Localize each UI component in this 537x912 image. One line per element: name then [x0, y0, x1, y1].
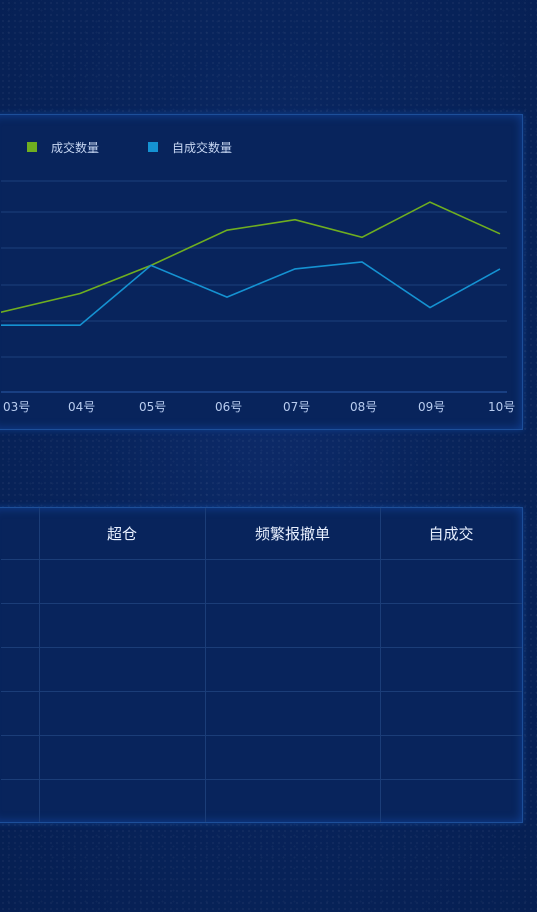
table-cell: [380, 691, 522, 736]
table-cell: [39, 647, 206, 692]
table-row: [1, 779, 522, 822]
x-tick-label: 10号: [488, 400, 515, 414]
table-row: [1, 647, 522, 692]
x-tick-label: 06号: [215, 400, 242, 414]
table-cell: [205, 691, 381, 736]
table-cell: [380, 603, 522, 648]
table-header-cell: 超仓: [39, 508, 206, 560]
violation-table: 超仓 频繁报撤单 自成交: [1, 508, 522, 822]
table-cell: [39, 559, 206, 604]
table-cell: [1, 779, 40, 822]
legend-swatch: [27, 142, 37, 152]
table-row: [1, 603, 522, 648]
table-cell: [1, 691, 40, 736]
table-header-cell: 频繁报撤单: [205, 508, 381, 560]
table-cell: [380, 735, 522, 780]
legend-label: 成交数量: [51, 140, 99, 155]
legend-label: 自成交数量: [172, 140, 232, 155]
table-cell: [1, 559, 40, 604]
series-line: [1, 261, 501, 326]
table-header-cell: 自成交: [380, 508, 522, 560]
table-cell: [39, 779, 206, 822]
table-cell: [380, 559, 522, 604]
x-tick-label: 07号: [283, 400, 310, 414]
table-header-row: 超仓 频繁报撤单 自成交: [1, 508, 522, 560]
table-row: [1, 735, 522, 780]
x-tick-label: 09号: [418, 400, 445, 414]
table-cell: [205, 647, 381, 692]
violation-table-panel: 超仓 频繁报撤单 自成交: [0, 507, 523, 823]
table-row: [1, 691, 522, 736]
x-tick-label: 04号: [68, 400, 95, 414]
table-cell: [205, 779, 381, 822]
x-tick-label: 03号: [3, 400, 30, 414]
table-cell: [39, 603, 206, 648]
table-cell: [1, 735, 40, 780]
table-cell: [205, 559, 381, 604]
table-cell: [380, 779, 522, 822]
table-header-cell: [1, 508, 40, 560]
table-cell: [380, 647, 522, 692]
table-cell: [1, 603, 40, 648]
table-cell: [205, 735, 381, 780]
series-line: [1, 201, 501, 314]
trade-chart-panel: 成交数量 自成交数量 03号 04号 05号 06号 07号 08号 09号 10号: [0, 114, 523, 430]
legend-swatch: [148, 142, 158, 152]
table-cell: [1, 647, 40, 692]
x-tick-label: 05号: [139, 400, 166, 414]
table-cell: [39, 691, 206, 736]
table-cell: [39, 735, 206, 780]
table-cell: [205, 603, 381, 648]
x-tick-label: 08号: [350, 400, 377, 414]
trade-line-chart: 成交数量 自成交数量 03号 04号 05号 06号 07号 08号 09号 10号: [1, 140, 515, 414]
table-row: [1, 559, 522, 604]
